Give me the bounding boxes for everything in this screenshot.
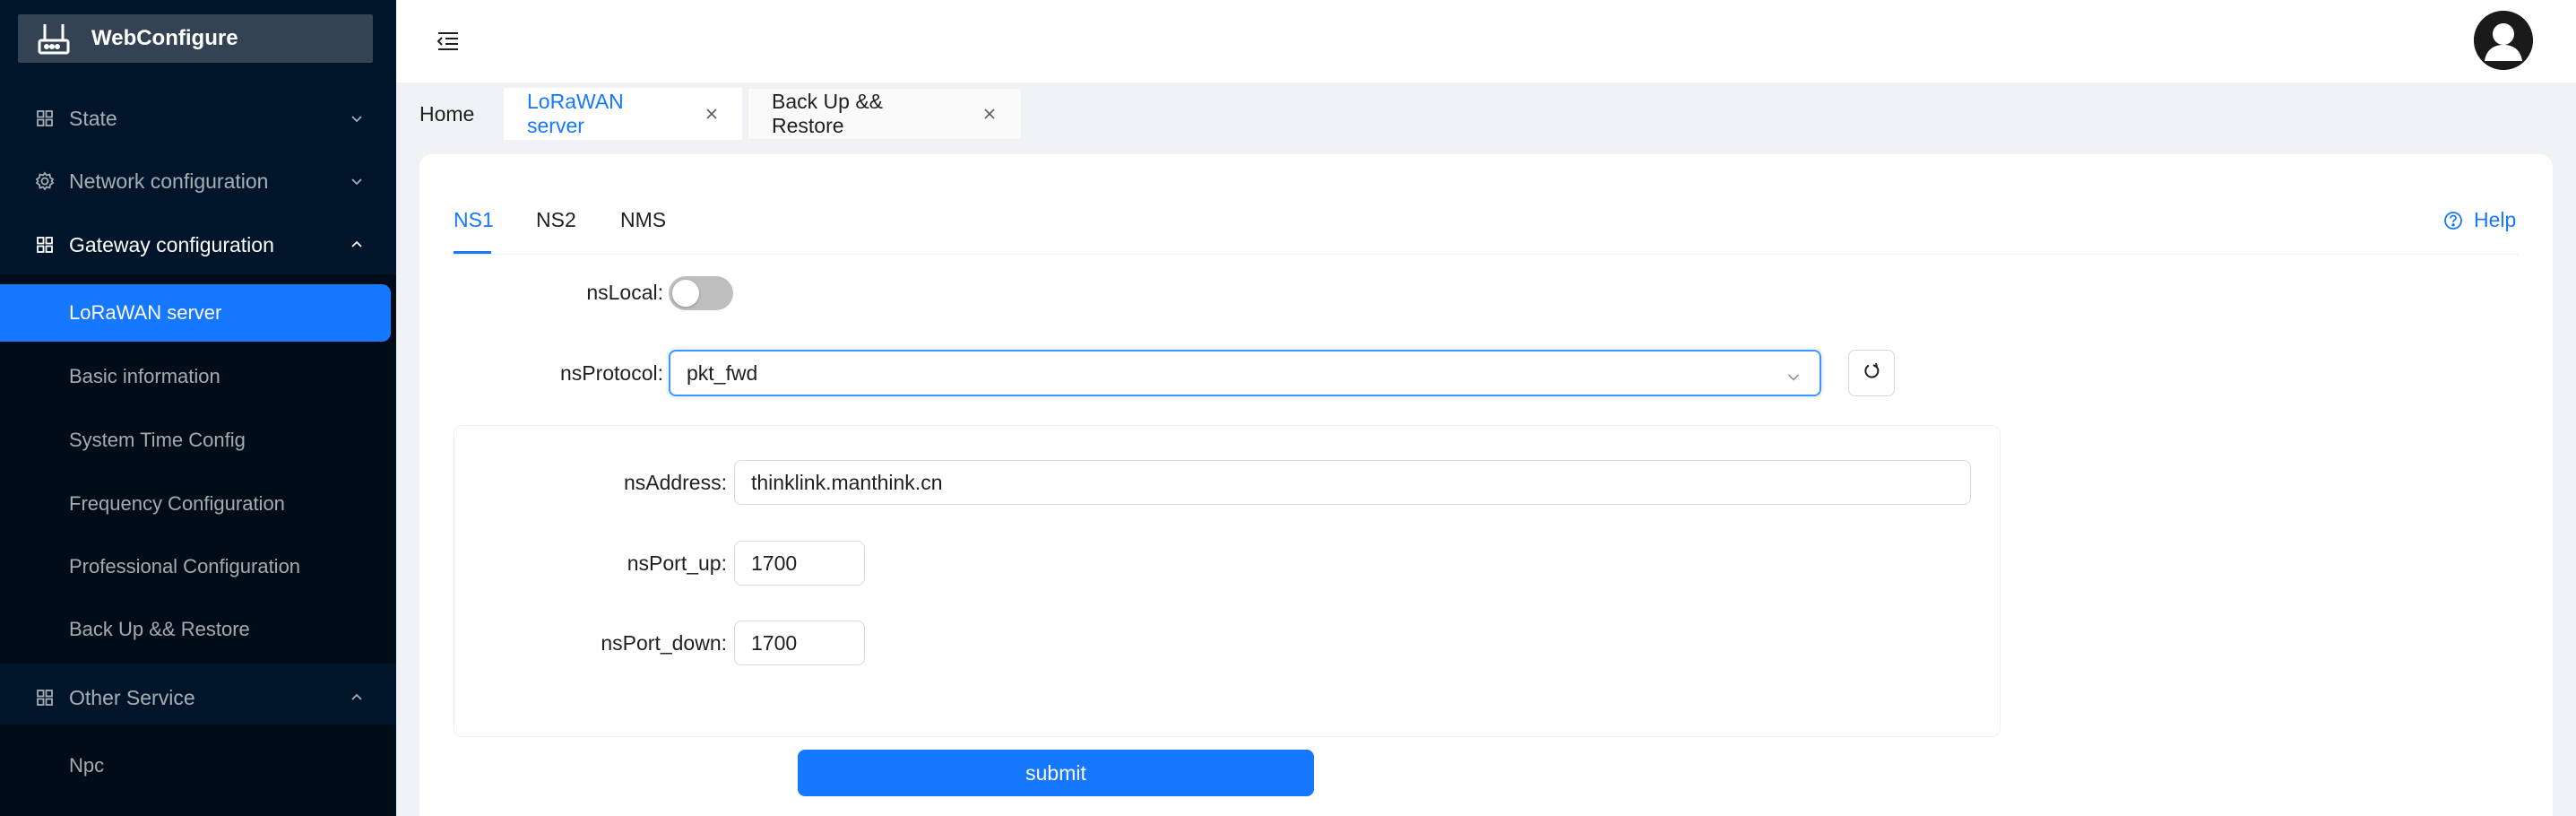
ns-protocol-label: nsProtocol: [559, 361, 663, 385]
sidebar-item-label: Back Up && Restore [69, 618, 250, 640]
tabs-divider [454, 254, 2519, 255]
tab-nms[interactable]: NMS [620, 208, 666, 232]
top-header [396, 0, 2576, 82]
menu-label: Network configuration [69, 169, 269, 193]
pkt-fwd-panel: nsAddress: thinklink.manthink.cn nsPort_… [454, 425, 2001, 737]
sidebar-item-label: Npc [69, 754, 105, 777]
sidebar-item-frequency-configuration[interactable]: Frequency Configuration [0, 475, 391, 533]
tab-home[interactable]: Home [396, 88, 502, 140]
chevron-down-icon [1785, 366, 1803, 384]
ns-port-up-value: 1700 [751, 551, 798, 575]
app-logo[interactable]: WebConfigure [18, 14, 373, 63]
tab-label: Back Up && Restore [772, 90, 883, 137]
help-link[interactable]: Help [2443, 208, 2516, 232]
app-title: WebConfigure [91, 26, 238, 50]
menu-label: State [69, 106, 117, 130]
ns-address-label: nsAddress: [623, 471, 727, 494]
tab-label: LoRaWAN server [527, 90, 624, 137]
gear-icon [34, 170, 56, 192]
sidebar-item-label: Professional Configuration [69, 555, 301, 577]
chevron-down-icon [348, 109, 366, 127]
ns-port-up-label: nsPort_up: [627, 551, 727, 575]
tab-ns1[interactable]: NS1 [454, 208, 494, 232]
menu-label: Other Service [69, 685, 195, 709]
ns-address-value: thinklink.manthink.cn [751, 470, 943, 494]
menu-state[interactable]: State [0, 90, 396, 147]
reload-icon [1862, 361, 1881, 386]
sidebar-item-label: Basic information [69, 365, 220, 387]
ns-local-switch[interactable] [669, 276, 733, 310]
ns-port-down-input[interactable]: 1700 [734, 621, 865, 665]
submit-button[interactable]: submit [798, 750, 1314, 796]
ns-port-down-value: 1700 [751, 630, 798, 655]
grid-icon [34, 687, 56, 708]
tab-lorawan-server[interactable]: LoRaWAN server [504, 88, 742, 140]
ns-port-down-label: nsPort_down: [601, 631, 727, 655]
router-icon [27, 14, 81, 63]
sidebar-item-label: Frequency Configuration [69, 492, 285, 515]
close-icon[interactable] [982, 106, 998, 122]
sidebar-item-backup-restore[interactable]: Back Up && Restore [0, 601, 391, 658]
menu-gateway-configuration[interactable]: Gateway configuration [0, 216, 396, 273]
sidebar-item-system-time-config[interactable]: System Time Config [0, 412, 391, 469]
content-card: NS1 NS2 NMS Help nsLocal: nsProtocol: pk… [419, 154, 2553, 816]
user-avatar[interactable] [2474, 11, 2533, 70]
ns-local-label: nsLocal: [586, 281, 663, 304]
tab-backup-restore[interactable]: Back Up && Restore [748, 88, 1022, 140]
sidebar-item-basic-information[interactable]: Basic information [0, 348, 391, 405]
sidebar-item-professional-configuration[interactable]: Professional Configuration [0, 538, 391, 595]
grid-icon [34, 234, 56, 256]
ns-protocol-select[interactable]: pkt_fwd [669, 350, 1821, 396]
question-circle-icon [2443, 210, 2465, 231]
sidebar-item-npc[interactable]: Npc [0, 737, 391, 794]
tab-label: Home [419, 101, 475, 126]
grid-icon [34, 108, 56, 129]
chevron-up-icon [348, 236, 366, 254]
menu-fold-icon[interactable] [432, 25, 464, 57]
tab-ns2[interactable]: NS2 [536, 208, 576, 232]
ns-address-input[interactable]: thinklink.manthink.cn [734, 460, 1971, 505]
chevron-down-icon [348, 172, 366, 190]
chevron-up-icon [348, 689, 366, 707]
sidebar: WebConfigure State Network configuration… [0, 0, 396, 816]
ns-protocol-value: pkt_fwd [687, 360, 758, 385]
menu-other-service[interactable]: Other Service [0, 669, 396, 726]
refresh-button[interactable] [1848, 350, 1895, 396]
menu-label: Gateway configuration [69, 232, 274, 256]
sidebar-item-lorawan-server[interactable]: LoRaWAN server [0, 284, 391, 342]
menu-network-configuration[interactable]: Network configuration [0, 152, 396, 210]
close-icon[interactable] [704, 106, 719, 122]
switch-knob [672, 280, 699, 307]
sidebar-item-label: LoRaWAN server [69, 301, 222, 324]
help-label: Help [2474, 208, 2517, 231]
ns-port-up-input[interactable]: 1700 [734, 541, 865, 586]
sidebar-item-label: System Time Config [69, 429, 246, 451]
